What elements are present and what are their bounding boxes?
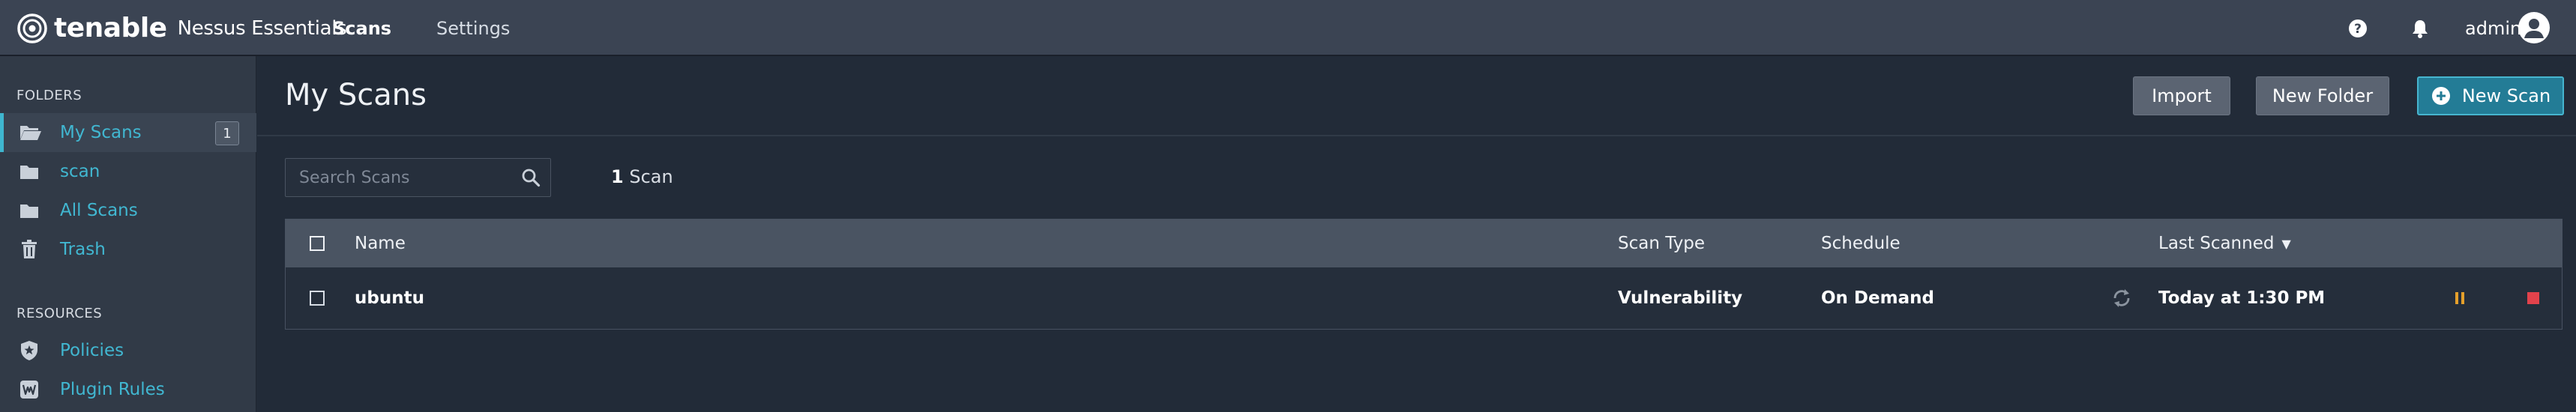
- header-divider: [257, 135, 2576, 136]
- folder-icon: [18, 160, 40, 183]
- folder-open-icon: [19, 121, 42, 144]
- product-name: Nessus Essentials: [177, 16, 347, 40]
- scan-count-word: Scan: [629, 166, 673, 187]
- table-row[interactable]: ubuntu Vulnerability On Demand Today at …: [286, 267, 2562, 329]
- column-name[interactable]: Name: [355, 219, 406, 267]
- import-button[interactable]: Import: [2133, 76, 2230, 115]
- sidebar: FOLDERS My Scans 1 scan All Scans Trash …: [0, 56, 256, 412]
- folders-heading: FOLDERS: [16, 88, 82, 103]
- folder-icon: [18, 199, 40, 222]
- tenable-logo-icon: [17, 13, 47, 43]
- scan-count: 1 Scan: [611, 166, 673, 187]
- sidebar-item-my-scans[interactable]: My Scans 1: [0, 113, 256, 152]
- help-icon[interactable]: ?: [2347, 18, 2368, 39]
- last-scanned: Today at 1:30 PM: [2158, 288, 2326, 308]
- sidebar-item-plugin-rules[interactable]: Plugin Rules: [0, 370, 256, 409]
- scan-schedule: On Demand: [1821, 288, 1934, 308]
- trash-icon: [18, 238, 40, 261]
- nav-settings[interactable]: Settings: [436, 0, 510, 56]
- search-input[interactable]: [286, 159, 511, 196]
- column-scan-type[interactable]: Scan Type: [1618, 219, 1705, 267]
- sidebar-item-all-scans[interactable]: All Scans: [0, 191, 256, 230]
- tenable-logo[interactable]: tenable Nessus Essentials: [15, 0, 347, 56]
- column-last-scanned-label: Last Scanned: [2158, 234, 2275, 253]
- table-header: Name Scan Type Schedule Last Scanned ▼: [286, 219, 2562, 267]
- sidebar-item-label: My Scans: [60, 123, 142, 142]
- sidebar-item-policies[interactable]: Policies: [0, 331, 256, 370]
- shield-star-icon: [18, 339, 40, 362]
- plugin-rules-icon: [18, 378, 40, 401]
- brand-name: tenable: [54, 13, 167, 43]
- user-name[interactable]: admin: [2465, 0, 2521, 56]
- new-scan-label: New Scan: [2461, 85, 2551, 106]
- search-icon[interactable]: [521, 168, 541, 187]
- column-schedule[interactable]: Schedule: [1821, 219, 1901, 267]
- svg-text:?: ?: [2354, 22, 2362, 37]
- pause-icon[interactable]: [2455, 291, 2465, 305]
- new-scan-button[interactable]: New Scan: [2417, 76, 2564, 115]
- sidebar-item-label: Plugin Rules: [60, 380, 165, 399]
- scans-table: Name Scan Type Schedule Last Scanned ▼ u…: [285, 219, 2563, 330]
- nav-scans[interactable]: Scans: [332, 0, 391, 56]
- sidebar-item-label: Policies: [60, 341, 124, 360]
- search-box[interactable]: [285, 158, 551, 197]
- bell-icon[interactable]: [2410, 18, 2431, 39]
- stop-icon[interactable]: [2527, 291, 2540, 305]
- select-all-checkbox[interactable]: [310, 236, 325, 251]
- sidebar-item-scan[interactable]: scan: [0, 152, 256, 191]
- resources-heading: RESOURCES: [16, 306, 103, 321]
- user-avatar-icon[interactable]: [2518, 11, 2551, 44]
- scan-name[interactable]: ubuntu: [355, 267, 424, 329]
- sidebar-item-label: Trash: [60, 240, 106, 259]
- scan-count-badge: 1: [215, 121, 239, 145]
- plus-circle-icon: [2431, 87, 2450, 105]
- sidebar-item-trash[interactable]: Trash: [0, 230, 256, 269]
- scan-count-number: 1: [611, 166, 624, 187]
- top-bar: tenable Nessus Essentials Scans Settings…: [0, 0, 2576, 56]
- column-last-scanned[interactable]: Last Scanned ▼: [2158, 219, 2291, 267]
- page-title: My Scans: [285, 78, 427, 112]
- scan-type: Vulnerability: [1618, 288, 1743, 308]
- running-spinner-icon: [2113, 289, 2130, 307]
- sidebar-item-label: scan: [60, 162, 100, 181]
- row-checkbox[interactable]: [310, 291, 325, 306]
- sidebar-item-label: All Scans: [60, 201, 138, 220]
- sort-desc-icon: ▼: [2281, 236, 2291, 251]
- new-folder-button[interactable]: New Folder: [2256, 76, 2389, 115]
